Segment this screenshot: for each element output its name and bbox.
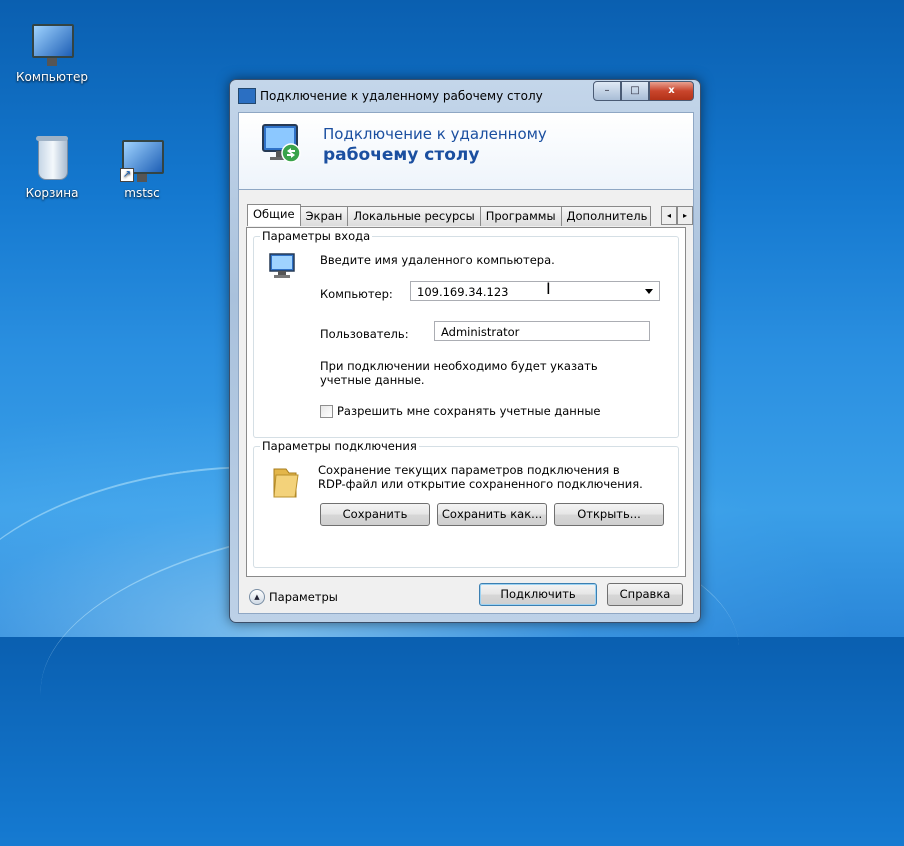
rdp-window: Подключение к удаленному рабочему столу …	[229, 79, 701, 623]
save-credentials-label[interactable]: Разрешить мне сохранять учетные данные	[337, 404, 601, 418]
connection-settings-title: Параметры подключения	[260, 439, 419, 453]
text-cursor: I	[546, 279, 551, 298]
minimize-button[interactable]: –	[593, 81, 621, 101]
tab-general[interactable]: Общие	[247, 204, 301, 226]
user-name-value: Administrator	[441, 325, 520, 339]
save-as-button[interactable]: Сохранить как...	[437, 503, 547, 526]
close-button[interactable]: x	[649, 81, 694, 101]
tab-strip: Общие Экран Локальные ресурсы Программы …	[247, 204, 651, 227]
connection-settings-group: Параметры подключения Сохранение текущих…	[253, 439, 679, 568]
tab-display[interactable]: Экран	[299, 206, 349, 226]
remote-desktop-icon: ↗	[120, 138, 164, 182]
tab-scroll-left-button[interactable]: ◂	[661, 206, 677, 225]
user-label: Пользователь:	[320, 327, 409, 341]
chevron-down-icon[interactable]	[645, 289, 653, 294]
tab-programs[interactable]: Программы	[479, 206, 562, 226]
options-toggle-label[interactable]: Параметры	[269, 590, 338, 604]
window-title: Подключение к удаленному рабочему столу	[260, 89, 543, 103]
maximize-button[interactable]: □	[621, 81, 649, 101]
rdp-app-icon	[238, 88, 256, 104]
logon-settings-group: Параметры входа Введите имя удаленного к…	[253, 229, 679, 438]
desktop-icon-label: Компьютер	[16, 70, 88, 84]
computer-icon	[268, 251, 298, 281]
connection-settings-description: Сохранение текущих параметров подключени…	[318, 463, 643, 491]
user-name-field[interactable]: Administrator	[434, 321, 650, 341]
dialog-body: Общие Экран Локальные ресурсы Программы …	[238, 189, 694, 614]
tab-advanced[interactable]: Дополнитель	[560, 206, 651, 226]
desktop-icon-mstsc[interactable]: ↗ mstsc	[102, 138, 182, 200]
remote-desktop-icon	[259, 121, 303, 165]
desktop-icon-recycle-bin[interactable]: Корзина	[12, 136, 92, 200]
title-bar[interactable]: Подключение к удаленному рабочему столу …	[230, 80, 700, 110]
computer-prompt-text: Введите имя удаленного компьютера.	[320, 253, 555, 267]
computer-icon	[30, 22, 74, 66]
desktop-icon-label: mstsc	[124, 186, 160, 200]
collapse-options-icon[interactable]: ▲	[249, 589, 265, 605]
computer-combobox[interactable]: 109.169.34.123	[410, 281, 660, 301]
caption-buttons: – □ x	[593, 81, 694, 101]
help-button[interactable]: Справка	[607, 583, 683, 606]
desktop-icon-computer[interactable]: Компьютер	[12, 22, 92, 84]
tab-local-resources[interactable]: Локальные ресурсы	[347, 206, 481, 226]
recycle-bin-icon	[30, 136, 74, 182]
header-title-line1: Подключение к удаленному	[323, 125, 547, 143]
save-credentials-checkbox[interactable]	[320, 405, 333, 418]
logon-settings-title: Параметры входа	[260, 229, 373, 243]
connect-button[interactable]: Подключить	[479, 583, 597, 606]
tab-scroll-right-button[interactable]: ▸	[677, 206, 693, 225]
desktop-icon-label: Корзина	[25, 186, 79, 200]
folder-icon	[270, 465, 300, 499]
tab-scroll-buttons: ◂ ▸	[661, 206, 693, 225]
tab-panel-general: Параметры входа Введите имя удаленного к…	[246, 227, 686, 577]
save-button[interactable]: Сохранить	[320, 503, 430, 526]
dialog-header: Подключение к удаленному рабочему столу	[238, 112, 694, 190]
credentials-note: При подключении необходимо будет указать…	[320, 359, 598, 387]
computer-combobox-value: 109.169.34.123	[417, 285, 509, 299]
shortcut-arrow-icon: ↗	[120, 168, 134, 182]
open-button[interactable]: Открыть...	[554, 503, 664, 526]
header-title-line2: рабочему столу	[323, 145, 480, 165]
computer-label: Компьютер:	[320, 287, 393, 301]
